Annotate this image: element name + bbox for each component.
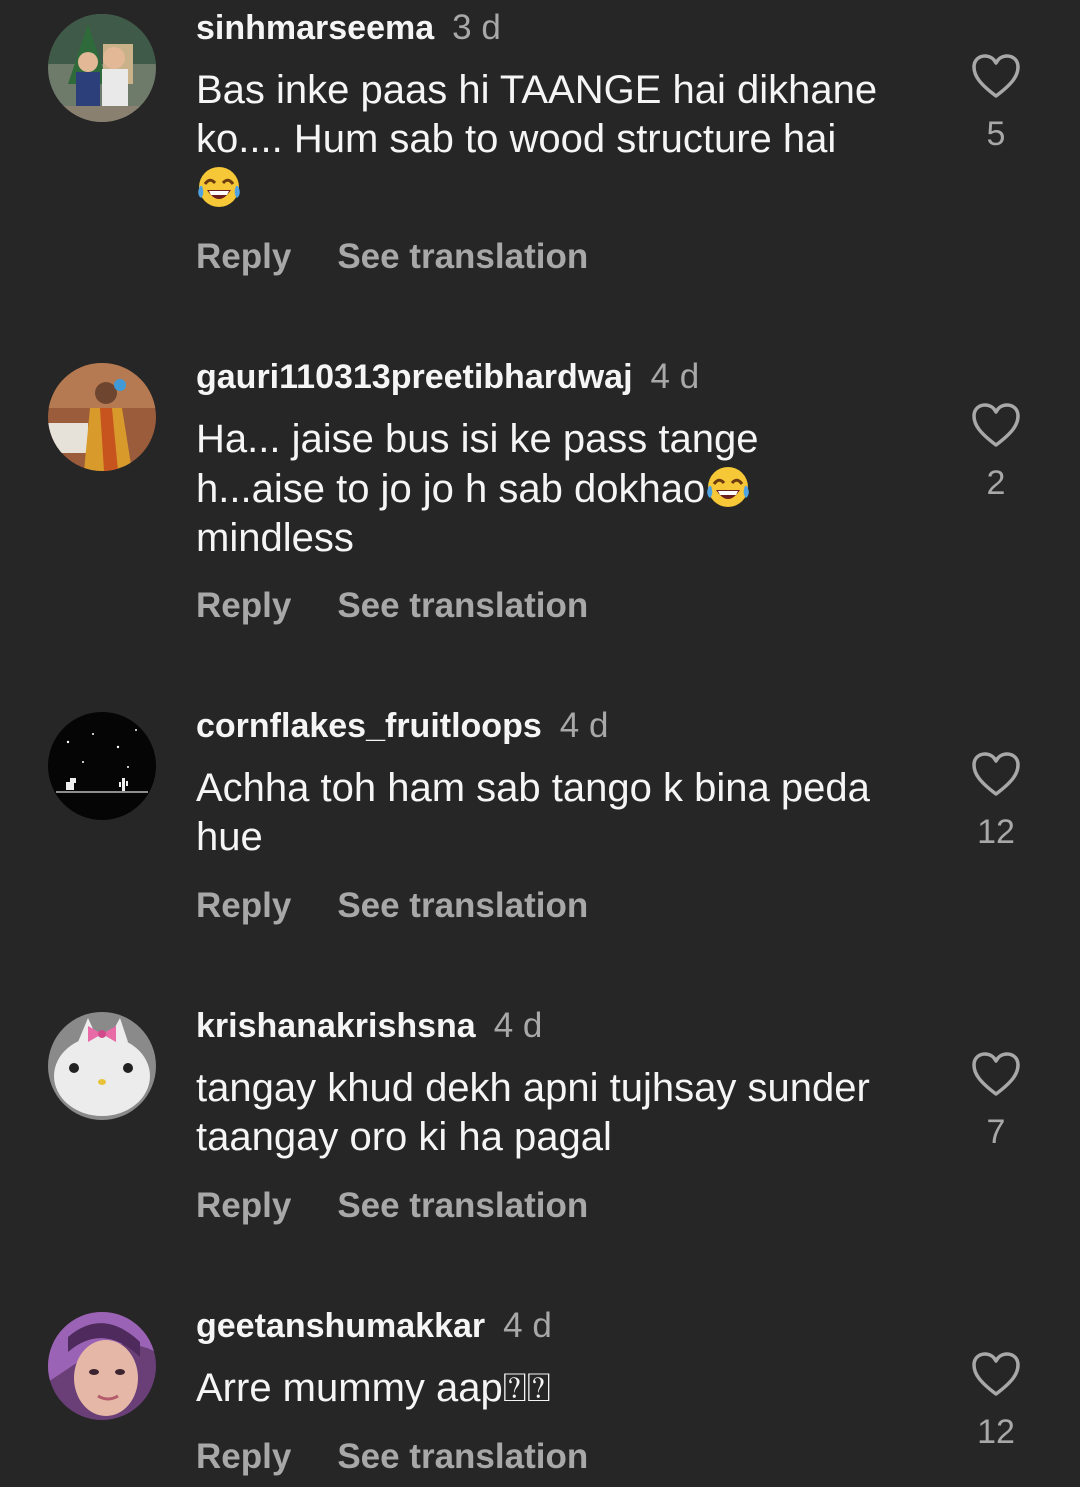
heart-outline-icon[interactable] <box>970 1350 1022 1398</box>
reply-button[interactable]: Reply <box>196 1186 291 1225</box>
comment-text: Bas inke paas hi TAANGE hai dikhane ko..… <box>196 66 926 214</box>
comment-actions: Reply See translation <box>196 236 588 278</box>
like-area: 7 <box>956 1050 1036 1152</box>
comment-meta: sinhmarseema 3 d <box>196 8 501 48</box>
laughing-emoji-icon <box>705 464 751 510</box>
like-area: 12 <box>956 750 1036 852</box>
see-translation-button[interactable]: See translation <box>337 886 588 925</box>
like-area: 5 <box>956 52 1036 154</box>
avatar[interactable] <box>48 1012 156 1120</box>
comment-actions: Reply See translation <box>196 1185 588 1227</box>
comment-meta: gauri110313preetibhardwaj 4 d <box>196 357 699 397</box>
username[interactable]: geetanshumakkar <box>196 1307 485 1345</box>
comment-text: Achha toh ham sab tango k bina peda hue <box>196 764 926 862</box>
comment-text-line: Bas inke paas hi TAANGE hai dikhane <box>196 68 878 112</box>
comment-actions: Reply See translation <box>196 885 588 927</box>
like-count: 12 <box>977 1413 1015 1451</box>
like-count: 5 <box>986 115 1006 153</box>
timestamp: 4 d <box>650 357 700 396</box>
timestamp: 4 d <box>503 1306 552 1345</box>
reply-button[interactable]: Reply <box>196 886 291 925</box>
comment-actions: Reply See translation <box>196 1436 588 1478</box>
see-translation-button[interactable]: See translation <box>337 237 588 276</box>
reply-button[interactable]: Reply <box>196 237 291 276</box>
comment-text-line: ko.... Hum sab to wood structure hai <box>196 117 837 161</box>
comment-text-line: Achha toh ham sab tango k bina peda <box>196 766 870 810</box>
see-translation-button[interactable]: See translation <box>337 1437 588 1476</box>
comment-text: Ha... jaise bus isi ke pass tange h...ai… <box>196 415 926 563</box>
comment-text-line: h...aise to jo jo h sab dokhao <box>196 467 706 511</box>
timestamp: 3 d <box>452 8 501 47</box>
see-translation-button[interactable]: See translation <box>337 1186 588 1225</box>
comment-text: Arre mummy aap⍰⍰ <box>196 1364 926 1413</box>
see-translation-button[interactable]: See translation <box>337 586 588 625</box>
like-area: 12 <box>956 1350 1036 1452</box>
avatar[interactable] <box>48 712 156 820</box>
username[interactable]: krishanakrishsna <box>196 1007 476 1045</box>
username[interactable]: cornflakes_fruitloops <box>196 707 542 745</box>
reply-button[interactable]: Reply <box>196 586 291 625</box>
comment-text-line: Arre mummy aap⍰⍰ <box>196 1366 551 1410</box>
timestamp: 4 d <box>559 706 609 745</box>
heart-outline-icon[interactable] <box>970 52 1022 100</box>
like-area: 2 <box>956 401 1036 503</box>
comment-text: tangay khud dekh apni tujhsay sunder taa… <box>196 1064 926 1162</box>
heart-outline-icon[interactable] <box>970 1050 1022 1098</box>
comment-text-line: tangay khud dekh apni tujhsay sunder <box>196 1066 870 1110</box>
heart-outline-icon[interactable] <box>970 401 1022 449</box>
username[interactable]: sinhmarseema <box>196 9 434 47</box>
comment-text-line: mindless <box>196 516 354 560</box>
laughing-emoji-icon <box>196 164 242 210</box>
heart-outline-icon[interactable] <box>970 750 1022 798</box>
like-count: 2 <box>986 464 1006 502</box>
comment-text-line: taangay oro ki ha pagal <box>196 1115 612 1159</box>
comment-meta: cornflakes_fruitloops 4 d <box>196 706 608 746</box>
comment-text-line: hue <box>196 815 263 859</box>
comment-meta: geetanshumakkar 4 d <box>196 1306 552 1346</box>
timestamp: 4 d <box>493 1006 543 1045</box>
avatar[interactable] <box>48 1312 156 1420</box>
username[interactable]: gauri110313preetibhardwaj <box>196 358 633 396</box>
like-count: 12 <box>977 813 1015 851</box>
comment-text-line: Ha... jaise bus isi ke pass tange <box>196 417 759 461</box>
comment-meta: krishanakrishsna 4 d <box>196 1006 542 1046</box>
reply-button[interactable]: Reply <box>196 1437 291 1476</box>
avatar[interactable] <box>48 14 156 122</box>
comment-actions: Reply See translation <box>196 585 588 627</box>
like-count: 7 <box>986 1113 1006 1151</box>
avatar[interactable] <box>48 363 156 471</box>
